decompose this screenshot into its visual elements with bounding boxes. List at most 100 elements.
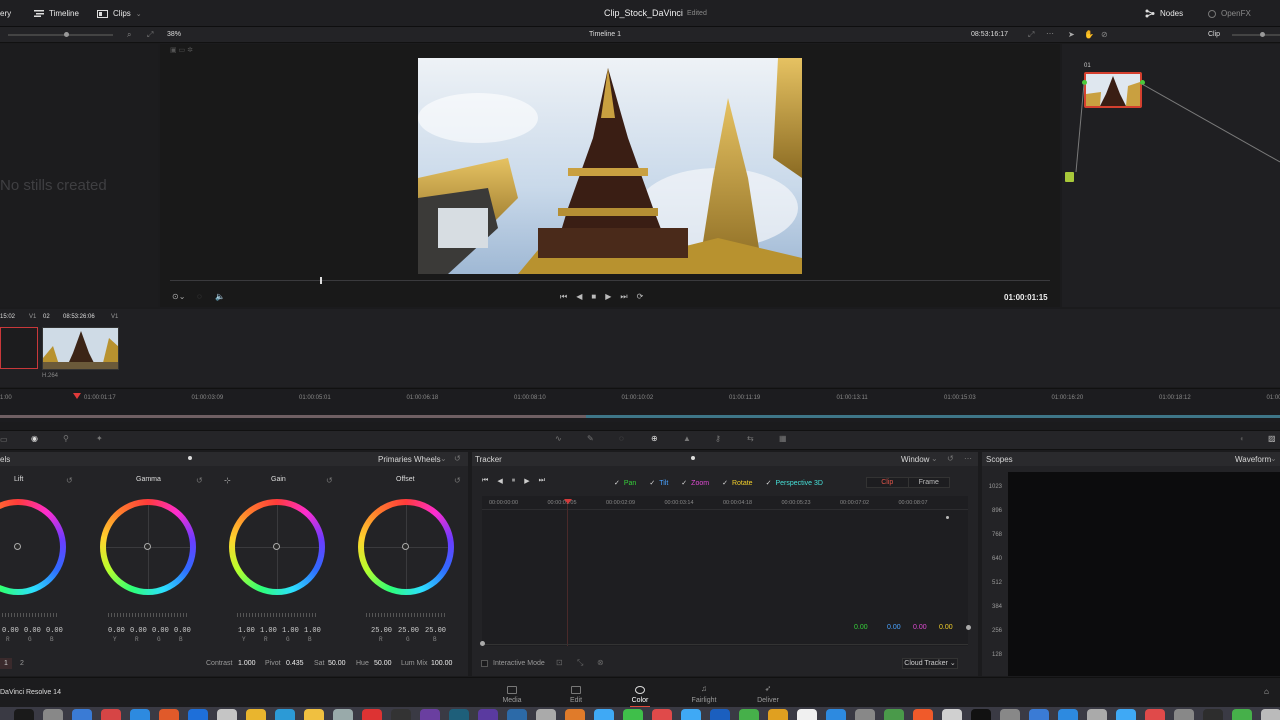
dock-app-icon[interactable] <box>594 709 614 720</box>
sat-value[interactable]: 50.00 <box>328 660 346 667</box>
gallery-zoom-slider[interactable] <box>8 32 113 37</box>
dock-app-icon[interactable] <box>1174 709 1194 720</box>
gain-wheel-handle[interactable] <box>273 543 280 550</box>
rgb-mixer-icon[interactable]: ⚲ <box>63 434 69 443</box>
search-icon[interactable]: ⌕ <box>127 30 131 40</box>
offset-r[interactable]: 25.00 <box>371 627 392 635</box>
dock-app-icon[interactable] <box>449 709 469 720</box>
perspective-3d-check[interactable]: ✓ Perspective 3D <box>766 479 823 488</box>
clips-button[interactable]: Clips ⌄ <box>97 9 142 18</box>
nodes-button[interactable]: Nodes <box>1145 9 1183 18</box>
blur-icon[interactable]: ▲ <box>683 434 691 443</box>
page-color[interactable]: Color <box>620 686 660 708</box>
tilt-check[interactable]: ✓ Tilt <box>649 479 668 488</box>
pointer-icon[interactable]: ➤ <box>1068 30 1075 39</box>
jump-start-icon[interactable]: ⏮ <box>560 292 567 302</box>
dock-app-icon[interactable] <box>942 709 962 720</box>
dock-app-icon[interactable] <box>826 709 846 720</box>
bypass-icon[interactable]: ⊘ <box>1101 30 1108 39</box>
loop-icon[interactable]: ⟳ <box>637 292 644 302</box>
dock-app-icon[interactable] <box>43 709 63 720</box>
gain-master-dial[interactable] <box>237 613 317 617</box>
gamma-master-dial[interactable] <box>108 613 188 617</box>
dock-app-icon[interactable] <box>1029 709 1049 720</box>
dock-app-icon[interactable] <box>159 709 179 720</box>
source-input-icon[interactable] <box>1065 172 1074 182</box>
curves-icon[interactable]: ∿ <box>555 434 562 443</box>
dock-app-icon[interactable] <box>391 709 411 720</box>
scopes-icon[interactable]: ▨ <box>1268 434 1276 443</box>
offset-wheel-handle[interactable] <box>402 543 409 550</box>
dock-app-icon[interactable] <box>1261 709 1280 720</box>
dock-app-icon[interactable] <box>1116 709 1136 720</box>
tracker-range-end[interactable] <box>966 625 971 630</box>
pan-check[interactable]: ✓ Pan <box>614 479 636 488</box>
track-pause-icon[interactable]: ⏸ <box>512 477 516 485</box>
tracker-range-start[interactable] <box>480 641 485 646</box>
viewer-mode-icon[interactable]: ▣ ▭ ✲ <box>170 46 193 54</box>
dock-app-icon[interactable] <box>565 709 585 720</box>
page-deliver[interactable]: ➶ Deliver <box>748 684 788 704</box>
zoom-level[interactable]: 38% <box>167 31 181 38</box>
delete-point-icon[interactable]: ⊗ <box>597 658 604 667</box>
more-options-icon[interactable]: ⋯ <box>1046 29 1054 38</box>
dock-app-icon[interactable] <box>884 709 904 720</box>
info-icon[interactable]: ◐ <box>1240 434 1245 443</box>
track-forward-icon[interactable]: ▶ <box>524 477 529 485</box>
track-start-icon[interactable]: ⏮ <box>482 477 488 485</box>
insert-feature-icon[interactable]: ⊡ <box>556 658 563 667</box>
dock-app-icon[interactable] <box>14 709 34 720</box>
clip-thumbnail-2[interactable] <box>42 327 119 370</box>
tracker-graph[interactable]: 00:00:00:00 00:00:01:05 00:00:02:09 00:00:0… <box>480 496 971 646</box>
page-1-button[interactable]: 1 <box>0 658 12 669</box>
lift-y[interactable]: 0.00 <box>2 627 19 635</box>
chevron-down-icon[interactable]: ⌄ <box>931 454 938 463</box>
clip-toggle[interactable]: Clip <box>867 478 909 487</box>
dock-app-icon[interactable] <box>623 709 643 720</box>
dock-app-icon[interactable] <box>130 709 150 720</box>
playhead[interactable] <box>319 277 322 284</box>
lummix-value[interactable]: 100.00 <box>431 660 452 667</box>
tracker-mode-select[interactable]: Window <box>901 455 929 464</box>
lift-r[interactable]: 0.00 <box>24 627 41 635</box>
reset-icon[interactable]: ↺ <box>454 454 461 463</box>
dock-app-icon[interactable] <box>217 709 237 720</box>
dock-app-icon[interactable] <box>1058 709 1078 720</box>
key-icon[interactable]: ⚷ <box>715 434 721 443</box>
gamma-r[interactable]: 0.00 <box>130 627 147 635</box>
dock-app-icon[interactable] <box>275 709 295 720</box>
offset-b[interactable]: 25.00 <box>425 627 446 635</box>
dock-app-icon[interactable] <box>333 709 353 720</box>
dock-app-icon[interactable] <box>101 709 121 720</box>
interactive-mode-checkbox[interactable] <box>481 660 488 667</box>
track-end-icon[interactable]: ⏭ <box>539 477 545 485</box>
lift-wheel-handle[interactable] <box>14 543 21 550</box>
dock-app-icon[interactable] <box>304 709 324 720</box>
offset-reset-icon[interactable]: ↺ <box>454 476 461 485</box>
dock-app-icon[interactable] <box>1000 709 1020 720</box>
lift-reset-icon[interactable]: ↺ <box>66 476 73 485</box>
lift-wheel[interactable] <box>0 499 66 595</box>
gallery-button[interactable]: ery <box>0 9 11 18</box>
hue-value[interactable]: 50.00 <box>374 660 392 667</box>
dock-app-icon[interactable] <box>420 709 440 720</box>
dock-app-icon[interactable] <box>478 709 498 720</box>
motion-effects-icon[interactable]: ✦ <box>96 434 103 443</box>
page-media[interactable]: Media <box>492 686 532 704</box>
dock-app-icon[interactable] <box>739 709 759 720</box>
page-fairlight[interactable]: ♫ Fairlight <box>684 684 724 704</box>
expand-icon[interactable]: ⤢ <box>147 30 153 40</box>
dock-app-icon[interactable] <box>1145 709 1165 720</box>
contrast-value[interactable]: 1.000 <box>238 660 256 667</box>
viewer-image[interactable] <box>418 58 802 274</box>
more-options-icon[interactable]: ⋯ <box>964 454 972 463</box>
gain-r[interactable]: 1.00 <box>260 627 277 635</box>
offset-master-dial[interactable] <box>366 613 446 617</box>
chevron-down-icon[interactable]: ⌄ <box>440 454 447 463</box>
dock-app-icon[interactable] <box>188 709 208 720</box>
rotate-check[interactable]: ✓ Rotate <box>722 479 753 488</box>
reset-icon[interactable]: ↺ <box>947 454 954 463</box>
lift-g[interactable]: 0.00 <box>46 627 63 635</box>
dock-app-icon[interactable] <box>855 709 875 720</box>
timeline-button[interactable]: Timeline <box>34 9 79 18</box>
